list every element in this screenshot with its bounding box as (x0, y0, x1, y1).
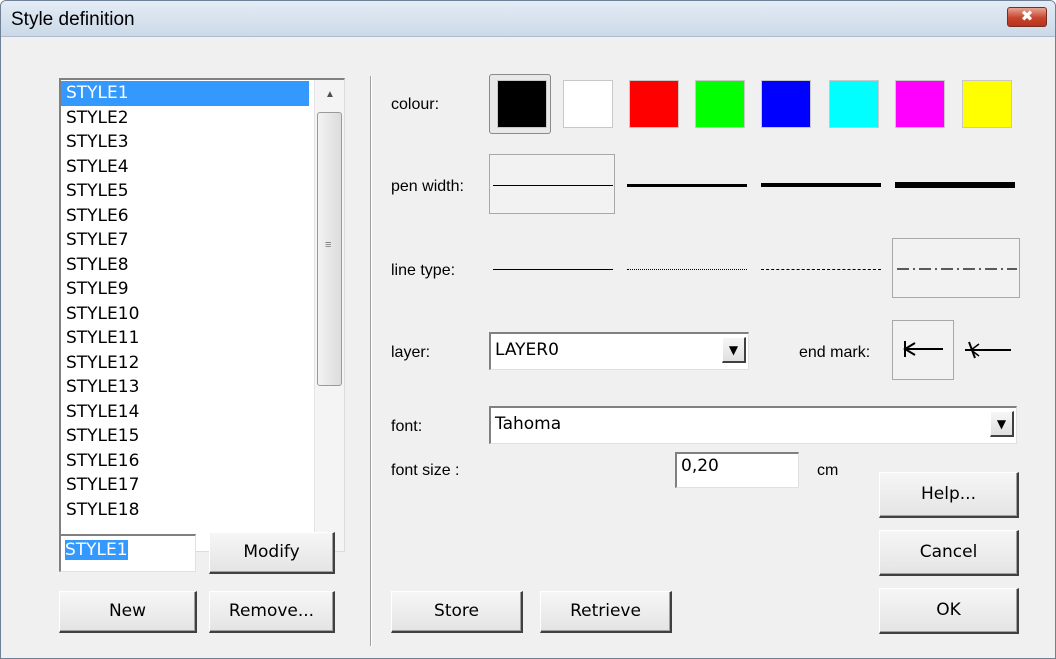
style-list-item[interactable]: STYLE16 (61, 449, 309, 474)
style-list-item[interactable]: STYLE9 (61, 277, 309, 302)
style-list-item[interactable]: STYLE7 (61, 228, 309, 253)
style-list-item[interactable]: STYLE12 (61, 351, 309, 376)
style-definition-dialog: Style definition ✖ STYLE1 STYLE2 STYLE3 STY… (0, 0, 1056, 659)
grip-icon: ≡ (325, 239, 332, 251)
colour-swatch[interactable] (829, 80, 879, 128)
retrieve-button[interactable]: Retrieve (540, 591, 672, 633)
style-list-item[interactable]: STYLE3 (61, 130, 309, 155)
styles-list-items: STYLE1 STYLE2 STYLE3 STYLE4 STYLE5 STYLE6 STYL… (61, 81, 309, 522)
colour-swatch[interactable] (563, 80, 613, 128)
layer-label: layer: (391, 344, 431, 361)
line-type-label: line type: (391, 262, 456, 279)
style-list-item[interactable]: STYLE8 (61, 253, 309, 278)
pen-width-option[interactable] (493, 185, 613, 186)
font-dropdown-icon[interactable]: ▼ (990, 411, 1014, 437)
font-label: font: (391, 418, 423, 435)
font-value: Tahoma (495, 414, 562, 434)
style-list-item[interactable]: STYLE17 (61, 473, 309, 498)
close-button[interactable]: ✖ (1007, 7, 1047, 27)
ok-button[interactable]: OK (879, 588, 1019, 634)
scroll-up-icon[interactable]: ▲ (315, 80, 344, 110)
layer-select[interactable]: LAYER0 ▼ (489, 332, 749, 370)
line-type-option[interactable] (627, 269, 747, 270)
close-icon: ✖ (1020, 8, 1034, 25)
style-list-item[interactable]: STYLE4 (61, 155, 309, 180)
colour-swatch[interactable] (629, 80, 679, 128)
colour-swatch[interactable] (895, 80, 945, 128)
style-list-item[interactable]: STYLE18 (61, 498, 309, 523)
styles-scrollbar[interactable]: ▲ ≡ ▼ (314, 80, 344, 551)
style-list-item[interactable]: STYLE14 (61, 400, 309, 425)
end-mark-label: end mark: (799, 344, 871, 361)
style-list-item[interactable]: STYLE6 (61, 204, 309, 229)
colour-swatch[interactable] (962, 80, 1012, 128)
style-name-input[interactable]: STYLE1 (59, 534, 196, 572)
line-type-option[interactable] (897, 266, 1017, 272)
remove-button[interactable]: Remove... (209, 591, 335, 633)
dialog-title: Style definition (11, 9, 135, 30)
line-type-option[interactable] (761, 269, 881, 270)
end-mark-bar-arrow-icon (903, 341, 943, 357)
cancel-button[interactable]: Cancel (879, 530, 1019, 576)
layer-value: LAYER0 (495, 340, 559, 360)
layer-dropdown-icon[interactable]: ▼ (722, 337, 746, 363)
colour-swatch[interactable] (497, 80, 547, 128)
style-list-item[interactable]: STYLE5 (61, 179, 309, 204)
styles-listbox[interactable]: STYLE1 STYLE2 STYLE3 STYLE4 STYLE5 STYLE6 STYL… (59, 78, 345, 552)
font-select[interactable]: Tahoma ▼ (489, 406, 1017, 444)
vertical-separator (370, 76, 372, 646)
pen-width-selected-frame (489, 154, 615, 214)
style-list-item[interactable]: STYLE1 (61, 81, 309, 106)
style-list-item[interactable]: STYLE11 (61, 326, 309, 351)
font-size-input[interactable]: 0,20 (675, 452, 799, 488)
title-bar: Style definition ✖ (1, 1, 1055, 37)
pen-width-option[interactable] (895, 182, 1015, 188)
line-type-option[interactable] (493, 269, 613, 270)
pen-width-option[interactable] (761, 183, 881, 187)
store-button[interactable]: Store (391, 591, 523, 633)
style-list-item[interactable]: STYLE2 (61, 106, 309, 131)
pen-width-label: pen width: (391, 178, 464, 195)
scroll-thumb[interactable]: ≡ (317, 112, 342, 386)
dialog-body: STYLE1 STYLE2 STYLE3 STYLE4 STYLE5 STYLE6 STYL… (9, 38, 1047, 658)
end-mark-selected-frame[interactable] (892, 320, 954, 380)
font-size-label: font size : (391, 462, 460, 479)
colour-swatch[interactable] (695, 80, 745, 128)
colour-label: colour: (391, 96, 440, 113)
pen-width-option[interactable] (627, 184, 747, 187)
modify-button[interactable]: Modify (209, 532, 335, 574)
colour-swatch[interactable] (761, 80, 811, 128)
new-button[interactable]: New (59, 591, 197, 633)
help-button[interactable]: Help... (879, 472, 1019, 518)
style-list-item[interactable]: STYLE15 (61, 424, 309, 449)
style-list-item[interactable]: STYLE10 (61, 302, 309, 327)
font-size-unit: cm (817, 462, 839, 479)
end-mark-slash-icon[interactable] (959, 334, 1015, 366)
style-list-item[interactable]: STYLE13 (61, 375, 309, 400)
